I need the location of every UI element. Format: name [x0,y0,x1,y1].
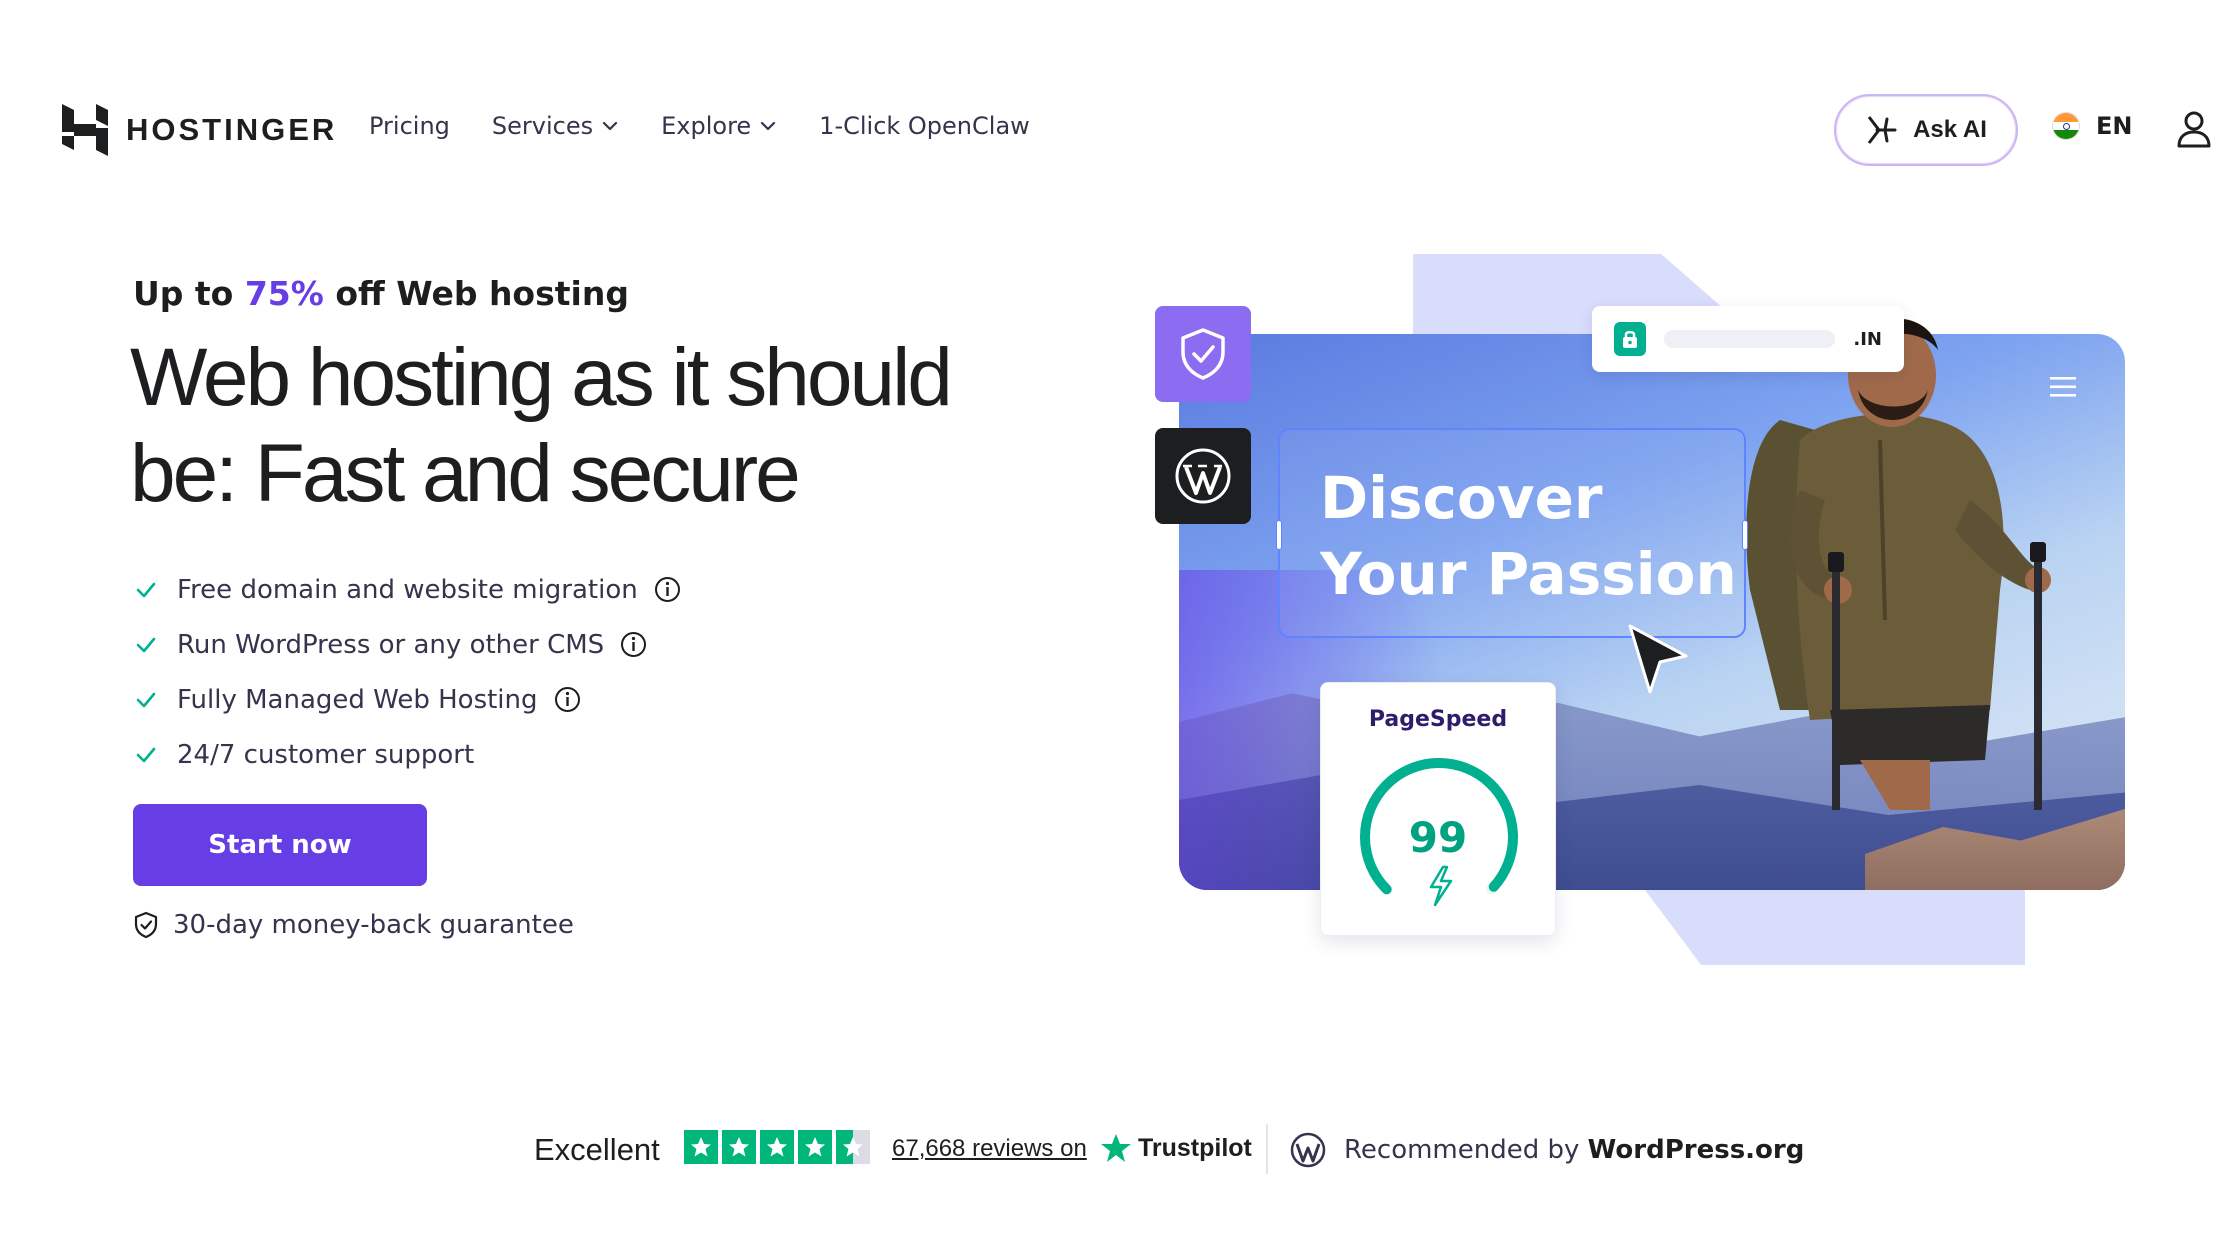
divider [1266,1124,1268,1174]
star-icon [836,1130,870,1164]
feature-item: Fully Managed Web Hosting [135,672,681,727]
feature-text: 24/7 customer support [177,739,475,770]
info-icon[interactable] [620,631,647,658]
rating-word: Excellent [534,1132,660,1167]
mouse-cursor-icon [1628,624,1688,694]
sparkle-icon [1867,116,1897,144]
headline-line-2: Your Passion [1320,540,1737,608]
wordpress-tile [1155,428,1251,524]
check-icon [136,637,156,652]
hero-title: Web hosting as it should be: Fast and se… [130,332,953,519]
discover-text-box: Discover Your Passion [1276,428,1748,638]
nav-pricing[interactable]: Pricing [369,112,450,140]
feature-list: Free domain and website migration Run Wo… [135,562,681,782]
wordpress-icon [1175,448,1231,504]
start-now-button[interactable]: Start now [133,804,427,886]
star-icon [684,1130,718,1164]
browser-url-bar: .IN [1592,306,1904,372]
nav-explore[interactable]: Explore [661,112,777,140]
nav-openclaw[interactable]: 1-Click OpenClaw [819,112,1030,140]
money-back-guarantee: 30-day money-back guarantee [133,910,574,940]
url-placeholder-bar [1664,330,1836,348]
recommended-prefix: Recommended by [1344,1135,1588,1165]
nav-openclaw-label: 1-Click OpenClaw [819,112,1030,140]
security-tile [1155,306,1251,402]
ask-ai-label: Ask AI [1913,116,1987,143]
trustpilot-star-icon [1101,1134,1131,1162]
check-icon [136,747,156,762]
wordpress-icon [1290,1132,1326,1168]
trustpilot-label: Trustpilot [1138,1133,1252,1162]
star-icon [722,1130,756,1164]
feature-item: Free domain and website migration [135,562,681,617]
feature-text: Fully Managed Web Hosting [177,684,538,715]
promo-prefix: Up to [133,274,245,313]
guarantee-text: 30-day money-back guarantee [173,910,574,940]
resize-handle [1742,520,1748,550]
discover-headline: Discover Your Passion [1320,460,1737,612]
nav-explore-label: Explore [661,112,752,140]
main-nav: Pricing Services Explore 1-Click OpenCla… [369,112,1030,140]
promo-suffix: off Web hosting [323,274,629,313]
info-icon[interactable] [654,576,681,603]
nav-pricing-label: Pricing [369,112,450,140]
hostinger-logo-icon [62,104,108,156]
site-header: HOSTINGER Pricing Services Explore 1-Cli… [0,0,2240,260]
check-icon [136,582,156,597]
star-icon [798,1130,832,1164]
feature-item: Run WordPress or any other CMS [135,617,681,672]
hamburger-menu-icon [2050,377,2076,397]
info-icon[interactable] [554,686,581,713]
hostinger-logo[interactable]: HOSTINGER [62,104,337,156]
promo-text: Up to 75% off Web hosting [133,274,629,313]
chevron-down-icon [761,121,776,131]
reviews-link[interactable]: 67,668 reviews on [892,1135,1087,1163]
feature-item: 24/7 customer support [135,727,681,782]
feature-text: Run WordPress or any other CMS [177,629,605,660]
shield-check-icon [134,911,158,939]
hero-illustration: .IN Discover Your Passion PageSpeed 99 [1150,250,2140,970]
domain-tld: .IN [1853,328,1882,350]
chevron-down-icon [603,121,618,131]
resize-handle [1276,520,1282,550]
trust-bar: Excellent 67,668 reviews on Trustpilot R… [0,1124,2240,1184]
nav-services-label: Services [491,112,594,140]
ask-ai-button[interactable]: Ask AI [1834,94,2018,166]
shield-check-icon [1181,328,1225,380]
promo-highlight: 75% [244,274,324,313]
language-selector[interactable]: EN [2052,112,2132,140]
check-icon [136,692,156,707]
feature-text: Free domain and website migration [177,574,638,605]
user-icon[interactable] [2176,110,2212,148]
headline-line-1: Discover [1320,464,1603,532]
pagespeed-score: 99 [1408,813,1468,862]
language-label: EN [2096,112,2133,140]
wordpress-recommendation: Recommended by WordPress.org [1290,1132,1804,1168]
nav-services[interactable]: Services [492,112,619,140]
pagespeed-card: PageSpeed 99 [1320,682,1556,936]
india-flag-icon [2052,112,2080,140]
lightning-icon [1429,865,1453,907]
recommended-org: WordPress.org [1587,1135,1805,1165]
star-icon [760,1130,794,1164]
brand-name: HOSTINGER [126,112,338,147]
trustpilot-logo[interactable]: Trustpilot [1100,1132,1252,1164]
lock-icon [1614,322,1647,356]
pagespeed-label: PageSpeed [1368,707,1508,732]
trustpilot-stars [684,1130,870,1164]
